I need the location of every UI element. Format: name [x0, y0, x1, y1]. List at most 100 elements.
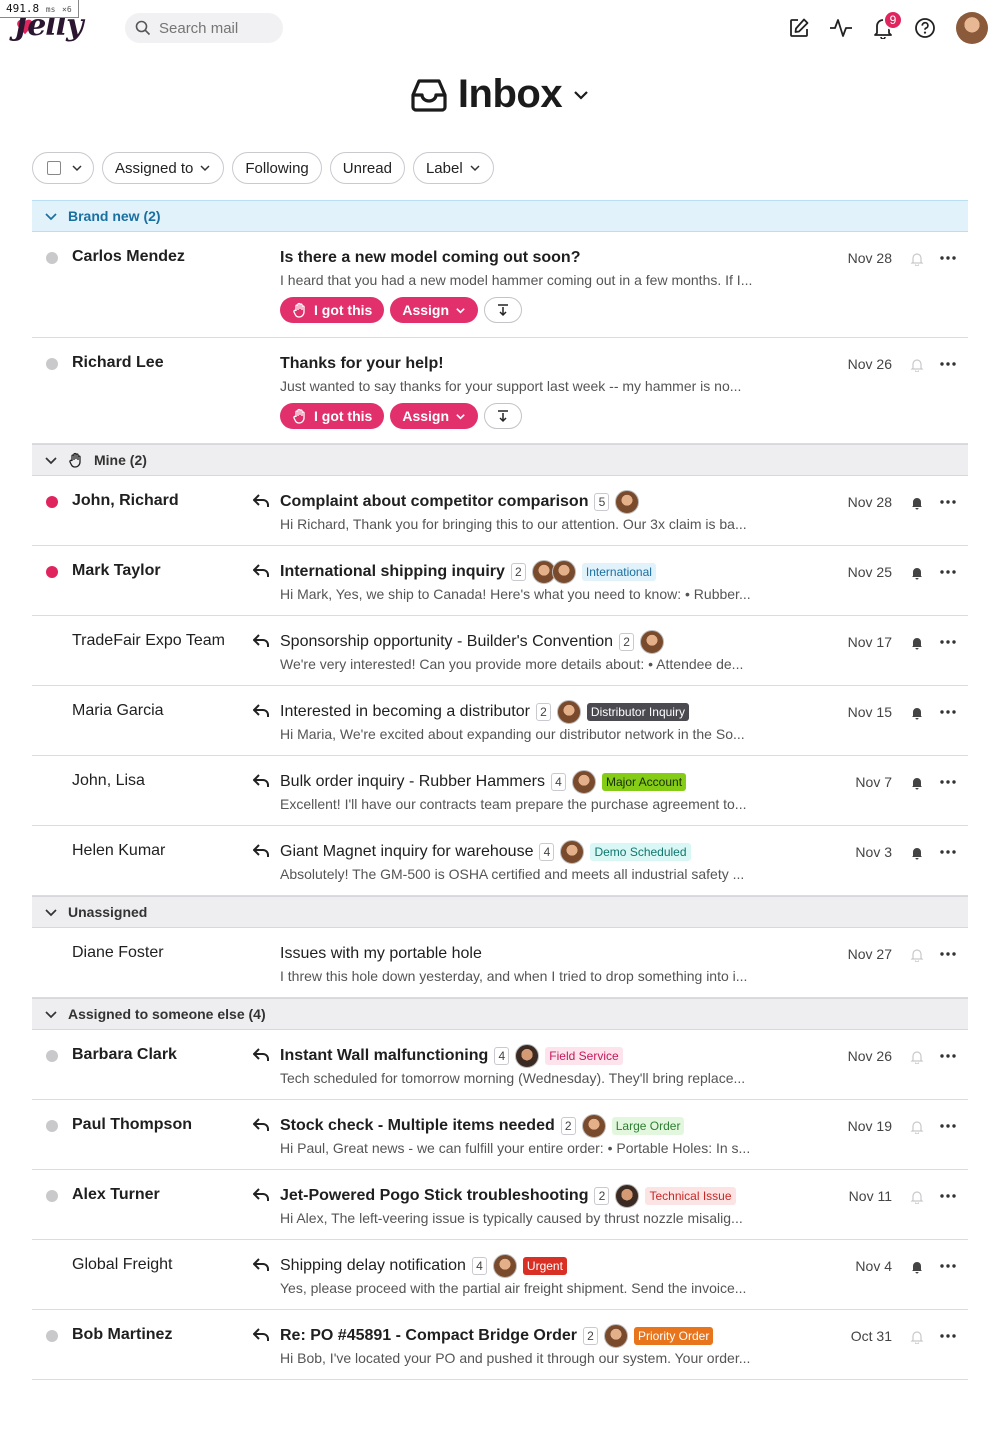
assignee-avatar — [615, 1184, 640, 1208]
bell-outline-icon[interactable] — [910, 1050, 924, 1064]
label-tag[interactable]: Distributor Inquiry — [586, 703, 689, 721]
more-icon[interactable] — [940, 952, 956, 956]
bell-outline-icon[interactable] — [910, 1330, 924, 1344]
conversation-row[interactable]: Bob Martinez Re: PO #45891 - Compact Bri… — [32, 1310, 968, 1380]
more-icon[interactable] — [940, 570, 956, 574]
i-got-this-button[interactable]: I got this — [280, 297, 385, 323]
bell-outline-icon[interactable] — [910, 252, 924, 266]
read-dot[interactable] — [46, 252, 58, 264]
subject: Jet-Powered Pogo Stick troubleshooting — [280, 1187, 589, 1204]
label-tag[interactable]: Field Service — [545, 1047, 623, 1065]
conversation-row[interactable]: Helen Kumar Giant Magnet inquiry for war… — [32, 826, 968, 896]
assign-button[interactable]: Assign — [390, 297, 479, 323]
move-down-button[interactable] — [484, 403, 523, 429]
label-tag[interactable]: Technical Issue — [645, 1187, 736, 1205]
section-unassigned[interactable]: Unassigned — [32, 896, 968, 928]
more-icon[interactable] — [940, 362, 956, 366]
conversation-row[interactable]: Paul Thompson Stock check - Multiple ite… — [32, 1100, 968, 1170]
conversation-row[interactable]: TradeFair Expo Team Sponsorship opportun… — [32, 616, 968, 686]
section-assigned-to-someone-else[interactable]: Assigned to someone else (4) — [32, 998, 968, 1030]
label-tag[interactable]: Priority Order — [633, 1327, 714, 1345]
read-dot[interactable] — [46, 358, 58, 370]
conversation-row[interactable]: John, Lisa Bulk order inquiry - Rubber H… — [32, 756, 968, 826]
reply-icon — [253, 634, 269, 647]
filter-unread-label: Unread — [342, 159, 392, 177]
more-icon[interactable] — [940, 256, 956, 260]
conversation-row[interactable]: Maria Garcia Interested in becoming a di… — [32, 686, 968, 756]
assignee-avatar — [551, 560, 576, 584]
conversation-row[interactable]: Diane Foster Issues with my portable hol… — [32, 928, 968, 998]
unread-dot[interactable] — [46, 496, 58, 508]
conversation-row[interactable]: Richard Lee Thanks for your help! Just w… — [32, 338, 968, 444]
more-icon[interactable] — [940, 850, 956, 854]
more-icon[interactable] — [940, 1124, 956, 1128]
select-all-dropdown[interactable] — [32, 152, 94, 184]
reply-icon — [253, 844, 269, 857]
label-tag[interactable]: Major Account — [601, 773, 687, 791]
subject: Sponsorship opportunity - Builder's Conv… — [280, 633, 614, 650]
unread-dot[interactable] — [46, 566, 58, 578]
sender-name: Helen Kumar — [72, 842, 166, 859]
conversation-row[interactable]: Mark Taylor International shipping inqui… — [32, 546, 968, 616]
label-tag[interactable]: International — [581, 563, 656, 581]
conversation-row[interactable]: Carlos Mendez Is there a new model comin… — [32, 232, 968, 338]
read-dot[interactable] — [46, 1190, 58, 1202]
read-dot[interactable] — [46, 1050, 58, 1062]
perf-multiplier: ×6 — [62, 5, 72, 14]
filter-assigned-to[interactable]: Assigned to — [102, 152, 225, 184]
notifications-button[interactable]: 9 — [868, 10, 903, 45]
bell-filled-icon[interactable] — [910, 1260, 924, 1274]
perf-value: 491.8 — [6, 2, 40, 15]
filter-label[interactable]: Label — [412, 152, 494, 184]
more-icon[interactable] — [940, 1264, 956, 1268]
more-icon[interactable] — [940, 710, 956, 714]
conversation-row[interactable]: Global Freight Shipping delay notificati… — [32, 1240, 968, 1310]
more-icon[interactable] — [940, 500, 956, 504]
conversation-row[interactable]: Barbara Clark Instant Wall malfunctionin… — [32, 1030, 968, 1100]
bell-outline-icon[interactable] — [910, 1190, 924, 1204]
label-tag[interactable]: Demo Scheduled — [590, 843, 691, 861]
select-all-checkbox[interactable] — [47, 161, 61, 175]
i-got-this-button[interactable]: I got this — [280, 403, 385, 429]
more-icon[interactable] — [940, 780, 956, 784]
read-dot[interactable] — [46, 1120, 58, 1132]
bell-filled-icon[interactable] — [910, 706, 924, 720]
bell-outline-icon[interactable] — [910, 1120, 924, 1134]
bell-filled-icon[interactable] — [910, 566, 924, 580]
more-icon[interactable] — [940, 640, 956, 644]
conversation-row[interactable]: Alex Turner Jet-Powered Pogo Stick troub… — [32, 1170, 968, 1240]
conversation-row[interactable]: John, Richard Complaint about competitor… — [32, 476, 968, 546]
compose-button[interactable] — [784, 11, 814, 45]
chevron-down-icon[interactable] — [572, 86, 590, 104]
search-input[interactable] — [159, 19, 269, 37]
label-tag[interactable]: Large Order — [611, 1117, 685, 1135]
activity-button[interactable] — [826, 11, 856, 45]
filter-following-label: Following — [245, 159, 309, 177]
read-dot[interactable] — [46, 1330, 58, 1342]
search-box[interactable] — [125, 13, 283, 43]
move-down-button[interactable] — [484, 297, 523, 323]
bell-filled-icon[interactable] — [910, 776, 924, 790]
label-tag[interactable]: Urgent — [522, 1257, 567, 1275]
more-icon[interactable] — [940, 1194, 956, 1198]
date: Nov 15 — [847, 704, 892, 720]
filter-label-label: Label — [425, 159, 463, 177]
filter-unread[interactable]: Unread — [329, 152, 405, 184]
filter-following[interactable]: Following — [232, 152, 322, 184]
more-icon[interactable] — [940, 1334, 956, 1338]
assign-button[interactable]: Assign — [390, 403, 479, 429]
chevron-down-icon — [72, 165, 82, 172]
user-avatar[interactable] — [956, 12, 988, 44]
section-brand-new[interactable]: Brand new (2) — [32, 200, 968, 232]
reply-icon — [253, 1258, 269, 1271]
bell-filled-icon[interactable] — [910, 496, 924, 510]
help-button[interactable] — [910, 11, 940, 45]
chevron-down-icon — [45, 457, 57, 465]
bell-filled-icon[interactable] — [910, 846, 924, 860]
bell-filled-icon[interactable] — [910, 636, 924, 650]
bell-outline-icon[interactable] — [910, 358, 924, 372]
bell-outline-icon[interactable] — [910, 948, 924, 962]
more-icon[interactable] — [940, 1054, 956, 1058]
section-label: Assigned to someone else (4) — [68, 1006, 266, 1022]
section-mine[interactable]: Mine (2) — [32, 444, 968, 476]
